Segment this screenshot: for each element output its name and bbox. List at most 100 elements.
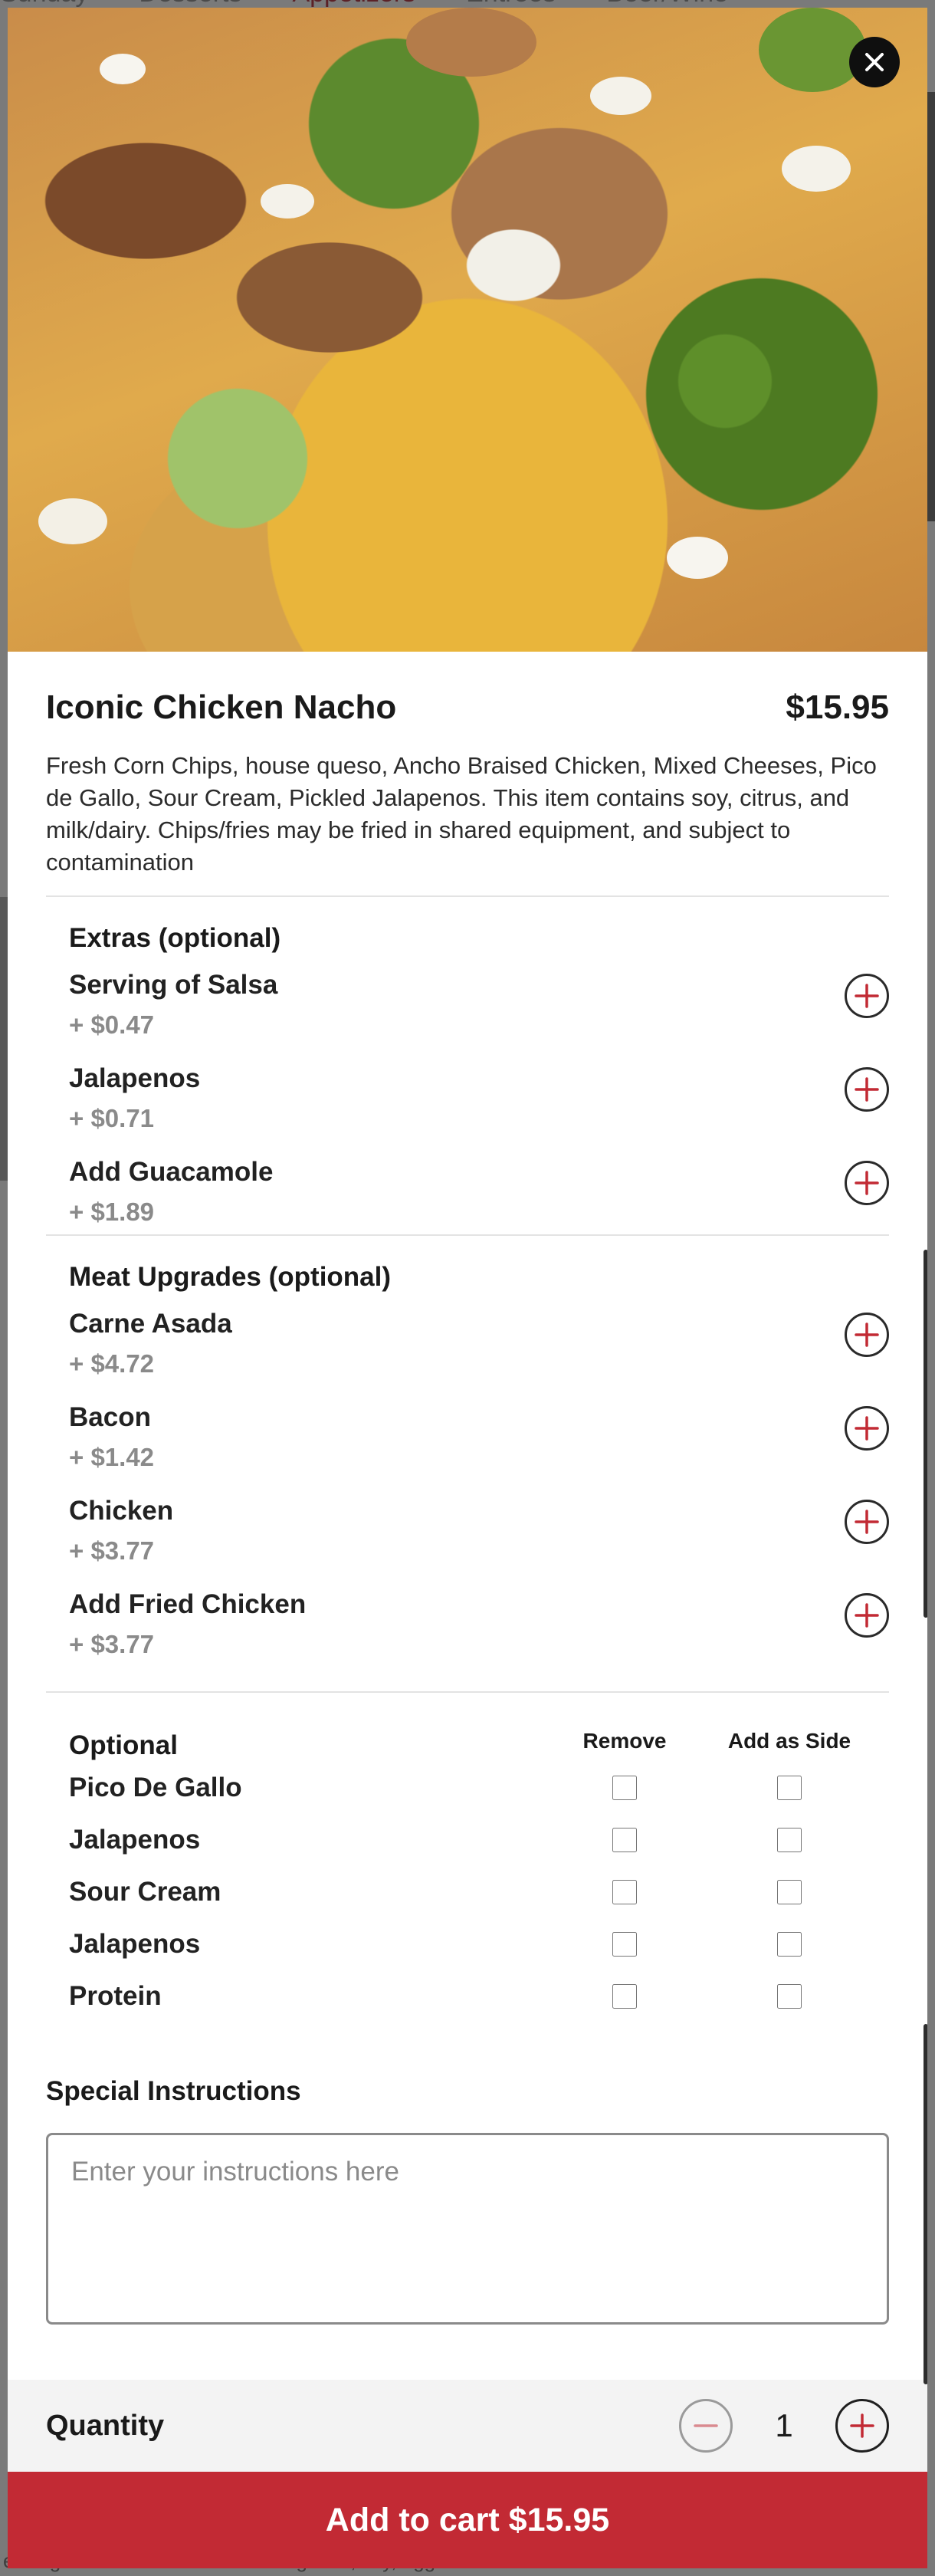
meat-upgrades-group: Meat Upgrades (optional) Carne Asada + $… — [46, 1236, 889, 1667]
item-title: Iconic Chicken Nacho — [46, 688, 397, 726]
extras-title: Extras (optional) — [69, 923, 281, 953]
option-row: Add Fried Chicken + $3.77 — [69, 1589, 889, 1667]
add-option-button[interactable] — [845, 1500, 889, 1544]
optional-item-name: Sour Cream — [69, 1877, 221, 1907]
increase-quantity-button[interactable] — [835, 2399, 889, 2453]
quantity-stepper: 1 — [679, 2399, 889, 2453]
add-option-button[interactable] — [845, 974, 889, 1018]
modal-body: Iconic Chicken Nacho $15.95 Fresh Corn C… — [8, 652, 927, 2328]
optional-title: Optional — [69, 1730, 178, 1760]
optional-item-name: Jalapenos — [69, 1929, 201, 1959]
option-name: Chicken — [69, 1496, 174, 1526]
add-option-button[interactable] — [845, 1067, 889, 1112]
modal-scrollbar-segment[interactable] — [924, 2024, 927, 2384]
close-button[interactable] — [849, 37, 900, 87]
add-as-side-checkbox[interactable] — [777, 1932, 802, 1957]
optional-item-name: Protein — [69, 1981, 162, 2011]
quantity-bar: Quantity 1 — [8, 2380, 927, 2472]
photo-detail — [406, 8, 536, 77]
remove-checkbox[interactable] — [612, 1984, 637, 2009]
add-as-side-checkbox[interactable] — [777, 1880, 802, 1904]
special-instructions-input[interactable] — [46, 2133, 889, 2325]
add-as-side-checkbox[interactable] — [777, 1984, 802, 2009]
plus-icon — [855, 1416, 879, 1441]
item-photo — [8, 8, 927, 652]
add-as-side-column-header: Add as Side — [727, 1729, 851, 1753]
photo-detail — [782, 146, 851, 192]
optional-row: Protein — [69, 1970, 889, 2022]
special-instructions-title: Special Instructions — [46, 2076, 301, 2106]
option-price: + $3.77 — [69, 1630, 155, 1658]
add-option-button[interactable] — [845, 1593, 889, 1638]
remove-column-header: Remove — [582, 1729, 667, 1753]
option-name: Bacon — [69, 1402, 151, 1432]
add-option-button[interactable] — [845, 1406, 889, 1451]
background-scroll-sliver — [927, 92, 935, 521]
remove-checkbox[interactable] — [612, 1776, 637, 1800]
optional-header: Optional Remove Add as Side — [69, 1693, 889, 1762]
item-description: Fresh Corn Chips, house queso, Ancho Bra… — [46, 752, 877, 876]
option-price: + $1.42 — [69, 1443, 155, 1471]
title-row: Iconic Chicken Nacho $15.95 — [46, 652, 889, 727]
minus-icon — [694, 2424, 718, 2427]
plus-icon — [855, 1322, 879, 1347]
option-name: Carne Asada — [69, 1309, 232, 1339]
option-row: Chicken + $3.77 — [69, 1495, 889, 1573]
plus-icon — [855, 984, 879, 1008]
option-name: Add Guacamole — [69, 1157, 274, 1187]
bg-tab: Entrees — [466, 0, 556, 8]
photo-detail — [38, 498, 107, 544]
optional-row: Sour Cream — [69, 1866, 889, 1918]
add-option-button[interactable] — [845, 1161, 889, 1205]
modal-scrollbar[interactable] — [924, 1250, 927, 1618]
optional-row: Jalapenos — [69, 1814, 889, 1866]
optional-item-name: Jalapenos — [69, 1825, 201, 1855]
add-as-side-checkbox[interactable] — [777, 1828, 802, 1852]
optional-group: Optional Remove Add as Side Pico De Gall… — [46, 1693, 889, 2022]
option-price: + $4.72 — [69, 1349, 155, 1378]
remove-checkbox[interactable] — [612, 1880, 637, 1904]
option-price: + $3.77 — [69, 1536, 155, 1565]
option-name: Jalapenos — [69, 1063, 201, 1093]
bg-tab: Sunday — [0, 0, 88, 8]
item-price: $15.95 — [786, 688, 889, 726]
optional-row: Jalapenos — [69, 1918, 889, 1970]
optional-item-name: Pico De Gallo — [69, 1773, 242, 1802]
option-name: Serving of Salsa — [69, 970, 278, 1000]
remove-checkbox[interactable] — [612, 1828, 637, 1852]
add-as-side-checkbox[interactable] — [777, 1776, 802, 1800]
photo-detail — [100, 54, 146, 84]
plus-icon — [855, 1603, 879, 1628]
option-price: + $0.47 — [69, 1010, 155, 1039]
option-row: Carne Asada + $4.72 — [69, 1308, 889, 1386]
photo-detail — [759, 8, 866, 92]
quantity-value: 1 — [775, 2407, 793, 2443]
plus-icon — [850, 2413, 874, 2438]
option-row: Add Guacamole + $1.89 — [69, 1156, 889, 1234]
meat-upgrades-title: Meat Upgrades (optional) — [69, 1262, 392, 1292]
option-name: Add Fried Chicken — [69, 1589, 307, 1619]
option-row: Jalapenos + $0.71 — [69, 1063, 889, 1141]
option-row: Serving of Salsa + $0.47 — [69, 969, 889, 1047]
item-detail-modal: Iconic Chicken Nacho $15.95 Fresh Corn C… — [8, 8, 927, 2568]
bg-tab: Desserts — [139, 0, 241, 8]
background-image-sliver — [0, 897, 8, 1181]
plus-icon — [855, 1510, 879, 1534]
close-icon — [865, 53, 884, 71]
option-price: + $1.89 — [69, 1198, 155, 1226]
add-option-button[interactable] — [845, 1313, 889, 1357]
photo-detail — [590, 77, 651, 115]
decrease-quantity-button[interactable] — [679, 2399, 733, 2453]
bg-tab: Beer/Wine — [606, 0, 728, 8]
quantity-label: Quantity — [46, 2409, 165, 2442]
extras-group: Extras (optional) Serving of Salsa + $0.… — [46, 897, 889, 1234]
photo-detail — [261, 184, 314, 219]
option-row: Bacon + $1.42 — [69, 1401, 889, 1480]
optional-row: Pico De Gallo — [69, 1762, 889, 1814]
bg-tab-active: Appetizers — [292, 0, 415, 8]
photo-detail — [667, 537, 728, 579]
remove-checkbox[interactable] — [612, 1932, 637, 1957]
option-price: + $0.71 — [69, 1104, 155, 1132]
add-to-cart-button[interactable]: Add to cart $15.95 — [8, 2472, 927, 2568]
plus-icon — [855, 1077, 879, 1102]
